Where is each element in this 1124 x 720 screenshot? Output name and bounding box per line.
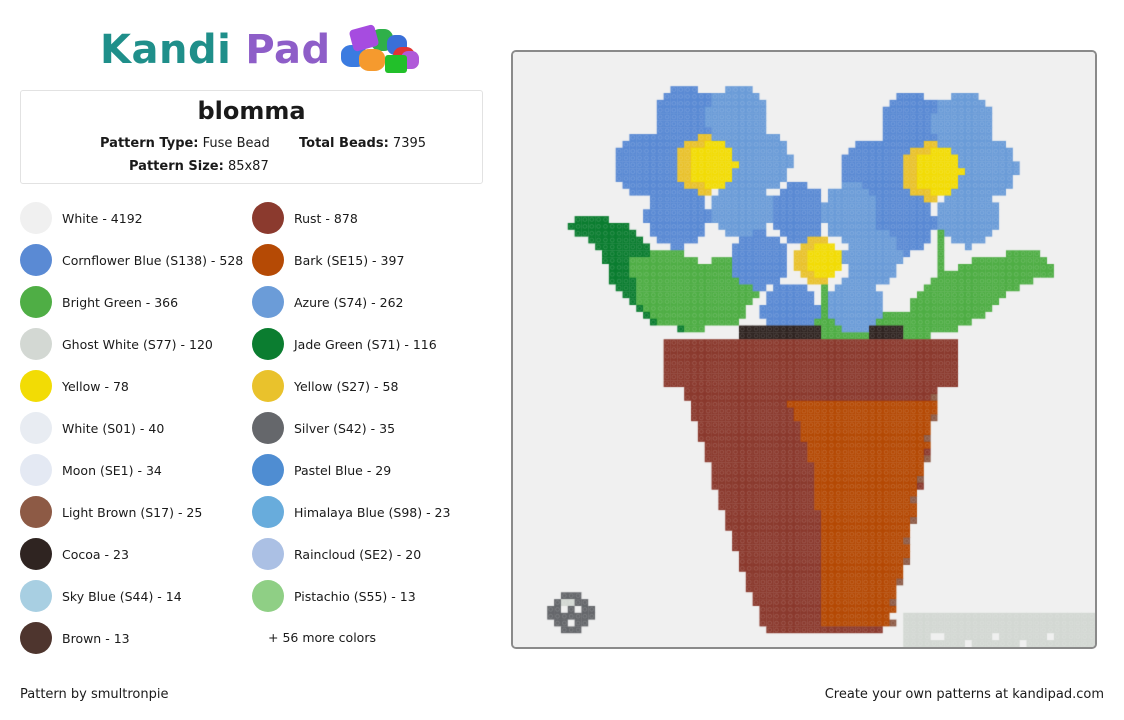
color-swatch [20,580,52,612]
kandipad-logo[interactable]: Kandi Pad [100,24,419,76]
logo-text-kandi: Kandi [100,27,232,73]
color-swatch [20,244,52,276]
pattern-title: blomma [197,97,306,125]
legend-label: Bright Green - 366 [62,294,179,310]
legend-item: Sky Blue (S44) - 14 [20,579,182,613]
legend-label: Azure (S74) - 262 [294,294,404,310]
legend-label: Bark (SE15) - 397 [294,252,405,268]
total-beads: Total Beads: 7395 [299,136,426,151]
color-swatch [20,328,52,360]
legend-label: Cocoa - 23 [62,546,129,562]
legend-label: Pastel Blue - 29 [294,462,392,478]
legend-item: Himalaya Blue (S98) - 23 [252,495,450,529]
legend-label: Ghost White (S77) - 120 [62,336,213,352]
color-swatch [20,286,52,318]
color-swatch [20,370,52,402]
pattern-credit[interactable]: Pattern by smultronpie [20,687,168,702]
legend-label: Brown - 13 [62,630,130,646]
legend-item: Yellow (S27) - 58 [252,369,398,403]
total-beads-label: Total Beads: [299,136,389,151]
bead-pattern-canvas [513,52,1095,647]
legend-item: Jade Green (S71) - 116 [252,327,437,361]
color-swatch [20,454,52,486]
pattern-type-value: Fuse Bead [202,136,270,151]
color-swatch [252,286,284,318]
legend-label: Yellow - 78 [62,378,129,394]
more-colors-link[interactable]: + 56 more colors [268,630,376,645]
legend-item: Raincloud (SE2) - 20 [252,537,421,571]
pattern-size-label: Pattern Size: [129,159,224,174]
legend-label: Silver (S42) - 35 [294,420,396,436]
pattern-size-value: 85x87 [227,159,269,174]
pattern-type: Pattern Type: Fuse Bead [100,136,270,151]
legend-label: Pistachio (S55) - 13 [294,588,416,604]
color-swatch [20,412,52,444]
legend-item: Bright Green - 366 [20,285,178,319]
legend-item: Brown - 13 [20,621,130,655]
color-swatch [20,622,52,654]
color-swatch [252,454,284,486]
legend-item: Ghost White (S77) - 120 [20,327,213,361]
logo-text-pad: Pad [245,27,331,73]
legend-label: Himalaya Blue (S98) - 23 [294,504,451,520]
legend-item: Azure (S74) - 262 [252,285,403,319]
legend-item: Rust - 878 [252,201,358,235]
legend-label: White (S01) - 40 [62,420,165,436]
bead-pattern-preview[interactable] [511,50,1097,649]
color-swatch [252,244,284,276]
color-swatch [252,328,284,360]
color-swatch [252,538,284,570]
color-swatch [252,202,284,234]
legend-item: Light Brown (S17) - 25 [20,495,202,529]
legend-label: White - 4192 [62,210,143,226]
color-swatch [252,370,284,402]
color-swatch [252,496,284,528]
legend-label: Raincloud (SE2) - 20 [294,546,422,562]
legend-item: Pastel Blue - 29 [252,453,391,487]
legend-item: White (S01) - 40 [20,411,164,445]
legend-label: Jade Green (S71) - 116 [294,336,437,352]
legend-item: Pistachio (S55) - 13 [252,579,416,613]
legend-item: Bark (SE15) - 397 [252,243,404,277]
color-swatch [252,580,284,612]
legend-label: Sky Blue (S44) - 14 [62,588,182,604]
color-swatch [252,412,284,444]
legend-item: Cornflower Blue (S138) - 528 [20,243,243,277]
legend-item: Silver (S42) - 35 [252,411,395,445]
legend-label: Moon (SE1) - 34 [62,462,162,478]
beads-logo-icon [340,24,419,73]
legend-item: Moon (SE1) - 34 [20,453,162,487]
legend-item: Yellow - 78 [20,369,129,403]
pattern-info-card: blomma Pattern Type: Fuse Bead Total Bea… [20,90,483,184]
legend-label: Rust - 878 [294,210,358,226]
kandipad-cta-link[interactable]: Create your own patterns at kandipad.com [825,687,1104,702]
legend-item: White - 4192 [20,201,143,235]
pattern-type-label: Pattern Type: [100,136,199,151]
total-beads-value: 7395 [392,136,427,151]
pattern-size: Pattern Size: 85x87 [129,159,269,174]
legend-label: Cornflower Blue (S138) - 528 [62,252,244,268]
color-swatch [20,202,52,234]
legend-label: Light Brown (S17) - 25 [62,504,203,520]
legend-label: Yellow (S27) - 58 [294,378,399,394]
color-swatch [20,538,52,570]
color-swatch [20,496,52,528]
legend-item: Cocoa - 23 [20,537,129,571]
